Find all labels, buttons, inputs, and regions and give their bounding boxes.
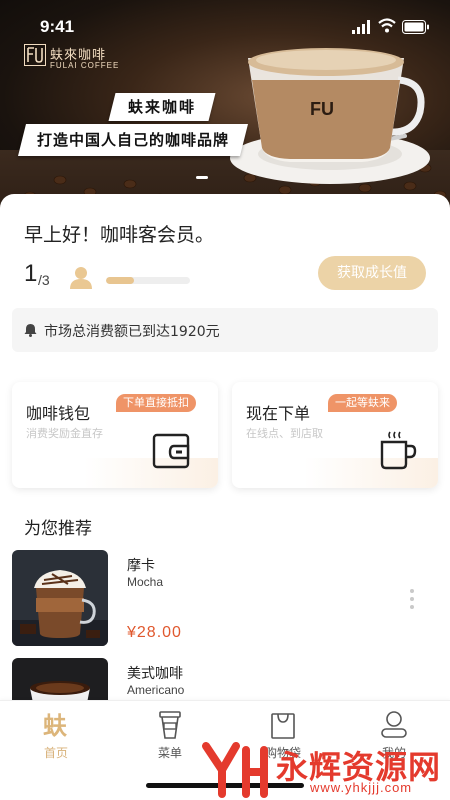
bag-icon bbox=[271, 713, 295, 739]
member-progress-bar bbox=[106, 277, 190, 284]
card-title: 现在下单 bbox=[246, 404, 311, 423]
greeting-text: 早上好！咖啡客会员。 bbox=[24, 224, 215, 246]
card-subtitle: 消费奖励金直存 bbox=[26, 427, 103, 440]
coffee-cup-icon bbox=[380, 431, 417, 470]
tab-home[interactable]: 蚨 首页 bbox=[16, 710, 96, 765]
carousel-indicator bbox=[196, 176, 256, 180]
status-bar: 9:41 bbox=[0, 0, 450, 40]
notice-bar[interactable]: 市场总消费额已到达1920元 bbox=[12, 308, 438, 352]
bell-icon bbox=[24, 324, 37, 337]
card-tag: 一起等蚨来 bbox=[328, 394, 397, 412]
member-avatar-icon bbox=[70, 267, 92, 289]
hero-banner[interactable]: FU 9:41 蚨來咖啡 FULAI COFFEE 蚨来咖啡 打造中国人自己的咖… bbox=[0, 0, 450, 215]
hero-tagline-2: 打造中国人自己的咖啡品牌 bbox=[18, 124, 248, 156]
product-name: 摩卡 bbox=[127, 558, 155, 574]
card-subtitle: 在线点、到店取 bbox=[246, 427, 323, 440]
notice-text: 市场总消费额已到达1920元 bbox=[44, 324, 220, 340]
coffee-cup-image: FU bbox=[230, 48, 430, 184]
product-name-en: Mocha bbox=[127, 575, 164, 589]
product-image-mocha bbox=[12, 550, 108, 646]
product-name-en: Americano bbox=[127, 683, 185, 697]
progress-total: /3 bbox=[38, 272, 50, 288]
battery-icon bbox=[402, 20, 429, 34]
watermark-logo-icon bbox=[202, 742, 268, 798]
home-logo-icon: 蚨 bbox=[43, 712, 67, 740]
product-name: 美式咖啡 bbox=[127, 666, 183, 682]
product-price: ¥28.00 bbox=[127, 624, 182, 641]
member-progress-fill bbox=[106, 277, 134, 284]
product-item[interactable]: 摩卡 Mocha ¥28.00 bbox=[0, 550, 450, 646]
card-tag: 下单直接抵扣 bbox=[116, 394, 196, 412]
wallet-icon bbox=[152, 433, 190, 469]
cup-icon bbox=[159, 711, 181, 739]
recommend-title: 为您推荐 bbox=[24, 519, 92, 539]
carousel-dot-active bbox=[196, 176, 208, 179]
tab-label: 首页 bbox=[43, 746, 68, 760]
get-growth-button[interactable]: 获取成长值 bbox=[318, 256, 426, 290]
more-options-icon[interactable] bbox=[409, 588, 415, 610]
hero-tagline-2-text: 打造中国人自己的咖啡品牌 bbox=[36, 131, 229, 149]
brand-mark-icon bbox=[24, 44, 46, 66]
svg-text:蚨: 蚨 bbox=[43, 712, 67, 740]
wifi-icon bbox=[378, 18, 396, 33]
status-time: 9:41 bbox=[40, 17, 75, 36]
tab-menu[interactable]: 菜单 bbox=[130, 710, 210, 765]
watermark: 永辉资源网 www.yhkjjj.com bbox=[200, 742, 450, 800]
tab-label: 菜单 bbox=[157, 746, 182, 760]
watermark-url: www.yhkjjj.com bbox=[310, 780, 413, 795]
brand-name-en: FULAI COFFEE bbox=[50, 61, 120, 70]
progress-current: 1 bbox=[24, 260, 38, 287]
order-now-card[interactable]: 现在下单 一起等蚨来 在线点、到店取 bbox=[232, 382, 438, 488]
hero-tagline-1-text: 蚨来咖啡 bbox=[127, 98, 196, 116]
signal-icon bbox=[352, 20, 370, 34]
card-title: 咖啡钱包 bbox=[26, 404, 91, 423]
coffee-wallet-card[interactable]: 咖啡钱包 下单直接抵扣 消费奖励金直存 bbox=[12, 382, 218, 488]
hero-tagline-1: 蚨来咖啡 bbox=[108, 93, 216, 121]
person-icon bbox=[381, 711, 407, 738]
cup-logo-text: FU bbox=[310, 99, 334, 119]
